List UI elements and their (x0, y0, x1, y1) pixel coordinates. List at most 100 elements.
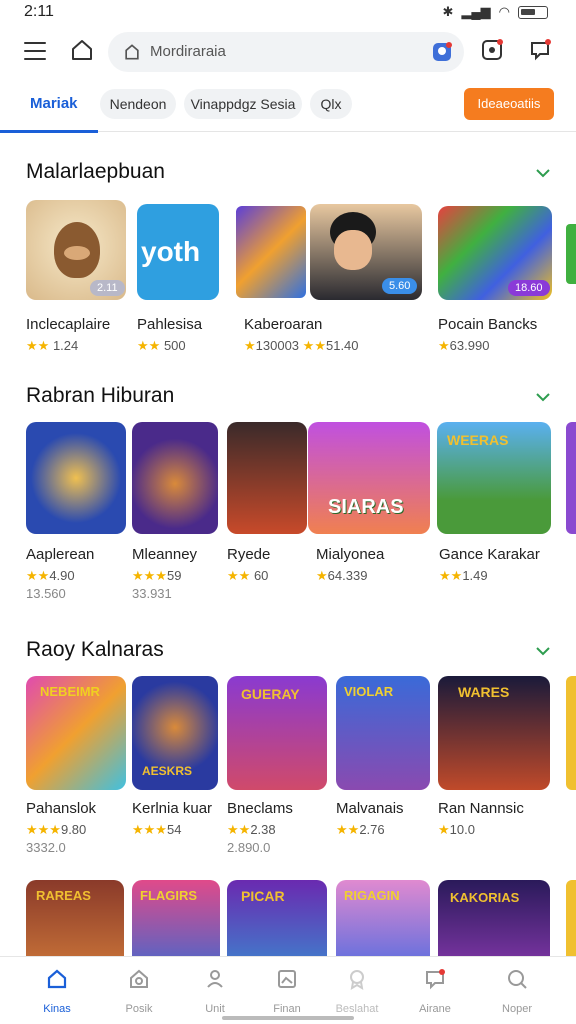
app-thumbnail: KAKORIAS (438, 880, 550, 956)
app-rating: ★★2.76 (336, 822, 385, 837)
app-rating: ★★★59 (132, 568, 182, 583)
signal-icon: ▂▄▆ (461, 4, 491, 19)
battery-icon (518, 5, 548, 19)
app-downloads: 33.931 (132, 586, 172, 601)
app-rating: ★★ 60 (227, 568, 269, 583)
search-box[interactable]: Mordiraraia (108, 32, 464, 72)
app-rating: ★★1.49 (439, 568, 488, 583)
section-1: Malarlaepbuan 2.11 Inclecaplaire ★★ 1.24… (0, 160, 576, 360)
app-thumbnail: SIARAS (308, 422, 430, 534)
chevron-down-icon[interactable] (534, 642, 552, 660)
app-thumbnail: NEBEIMR (26, 676, 126, 790)
home-indicator[interactable] (222, 1016, 354, 1020)
app-thumbnail: GUERAY (227, 676, 327, 790)
app-rating: ★64.339 (316, 568, 368, 583)
nav-label: Unit (205, 1003, 225, 1015)
app-thumbnail: RAREAS (26, 880, 124, 956)
home-icon[interactable] (70, 38, 94, 62)
nav-item-2[interactable]: Posik (104, 967, 174, 1017)
action-button[interactable]: Ideaeoatiis (464, 88, 554, 120)
app-thumbnail: RIGAGIN (336, 880, 430, 956)
notification-box-icon[interactable] (480, 38, 504, 62)
nav-item-7[interactable]: Noper (482, 967, 552, 1017)
thumb-badge: 2.11 (90, 280, 125, 296)
app-rating: ★★ 500 (137, 338, 186, 353)
app-downloads: 3332.0 (26, 840, 66, 855)
app-name: Pahlesisa (137, 316, 203, 333)
app-thumbnail (566, 676, 576, 790)
app-name: Kaberoaran (244, 316, 323, 333)
app-downloads: 13.560 (26, 586, 66, 601)
app-name: Pocain Bancks (438, 316, 538, 333)
app-rating: ★★ 1.24 (26, 338, 79, 353)
app-downloads: 2.890.0 (227, 840, 271, 855)
app-thumbnail: FLAGIRS (132, 880, 220, 956)
award-icon (350, 970, 364, 990)
app-thumbnail: VIOLAR (336, 676, 430, 790)
section-title: Malarlaepbuan (26, 160, 165, 183)
app-thumbnail: 2.11 (26, 200, 126, 300)
app-thumbnail (566, 880, 576, 956)
image-icon (278, 970, 296, 988)
app-rating: ★★4.90 (26, 568, 75, 583)
nav-item-5[interactable]: Beslahat (322, 967, 392, 1017)
search-input[interactable]: Mordiraraia (150, 43, 226, 60)
nav-label: Kinas (43, 1003, 71, 1015)
app-name: Aaplerean (26, 546, 95, 563)
nav-label: Finan (273, 1003, 301, 1015)
section-4: RAREAS FLAGIRS PICAR RIGAGIN KAKORIAS (0, 880, 576, 956)
nav-item-home[interactable]: Kinas (22, 967, 92, 1017)
app-name: Mialyonea (316, 546, 385, 563)
voice-search-icon[interactable] (430, 40, 454, 64)
nav-label: Airane (419, 1003, 451, 1015)
filter-chip[interactable]: Qlx (310, 89, 352, 119)
apps-icon (130, 969, 148, 988)
status-time: 2:11 (24, 3, 54, 20)
chat-icon[interactable] (528, 38, 552, 62)
app-thumbnail: 5.60 (310, 204, 422, 300)
app-rating: ★★★9.80 (26, 822, 87, 837)
filter-chip[interactable]: Vinappdgz Sesia (184, 89, 302, 119)
nav-label: Beslahat (335, 1003, 379, 1015)
message-icon (426, 969, 445, 990)
app-name: Inclecaplaire (26, 316, 111, 333)
section-2: Rabran Hiburan Aaplerean ★★4.90 13.560 M… (0, 384, 576, 614)
app-thumbnail: PICAR (227, 880, 327, 956)
hamburger-menu-icon[interactable] (24, 42, 46, 60)
app-name: Kerlnia kuar (132, 800, 213, 817)
chevron-down-icon[interactable] (534, 388, 552, 406)
nav-label: Noper (502, 1003, 532, 1015)
app-thumbnail (132, 422, 218, 534)
app-name: Ran Nannsic (438, 800, 524, 817)
status-bar: 2:11 ✱ ▂▄▆ ◠ (0, 0, 576, 26)
app-thumbnail: yoth (137, 204, 219, 300)
thumb-badge: 18.60 (508, 280, 550, 296)
app-name: Pahanslok (26, 800, 97, 817)
app-rating: ★★2.38 (227, 822, 276, 837)
search-icon (125, 44, 139, 60)
profile-icon (207, 970, 223, 988)
filter-bar: Mariak Nendeon Vinappdgz Sesia Qlx Ideae… (0, 86, 576, 133)
app-thumbnail (227, 422, 307, 534)
chevron-down-icon[interactable] (534, 164, 552, 182)
bluetooth-icon: ✱ (442, 4, 454, 19)
app-thumbnail (566, 422, 576, 534)
app-rating: ★★★54 (132, 822, 182, 837)
nav-item-3[interactable]: Unit (180, 967, 250, 1017)
nav-item-6[interactable]: Airane (400, 967, 470, 1017)
home-icon (47, 969, 67, 989)
app-thumbnail: AESKRS (132, 676, 218, 790)
app-rating: ★130003 ★★51.40 (244, 338, 359, 353)
tab-active-label: Mariak (30, 95, 78, 112)
app-thumbnail: 18.60 (438, 206, 552, 300)
app-rating: ★10.0 (438, 822, 475, 837)
app-name: Malvanais (336, 800, 404, 817)
bottom-navigation: Kinas Posik Unit Finan Beslahat Airane N… (0, 956, 576, 1024)
filter-chip[interactable]: Nendeon (100, 89, 176, 119)
section-title: Raoy Kalnaras (26, 638, 164, 661)
app-name: Gance Karakar (439, 546, 540, 563)
section-3: Raoy Kalnaras NEBEIMR Pahanslok ★★★9.80 … (0, 638, 576, 858)
app-thumbnail (236, 206, 306, 298)
nav-item-4[interactable]: Finan (252, 967, 322, 1017)
tab-active[interactable]: Mariak (0, 86, 98, 133)
